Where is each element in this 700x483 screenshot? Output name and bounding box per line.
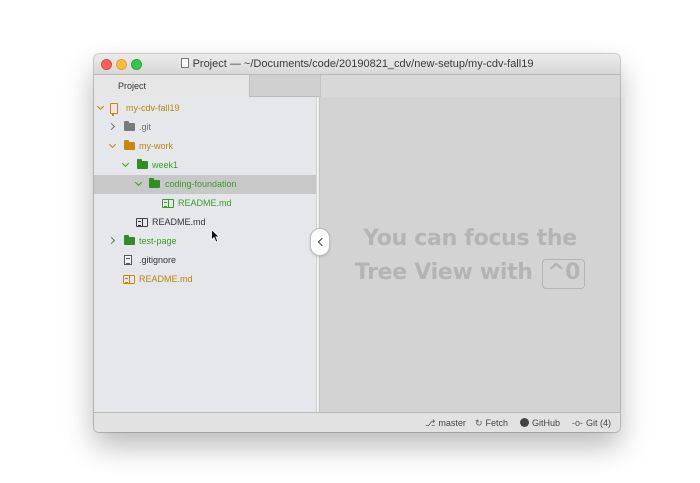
tree-item-label: .gitignore	[139, 255, 177, 265]
tree-item-readme-my-work[interactable]: README.md	[94, 213, 316, 232]
keyboard-shortcut: ^0	[542, 259, 586, 289]
branch-button[interactable]: ⎇ master	[425, 418, 466, 429]
window-title: Project — ~/Documents/code/20190821_cdv/…	[192, 58, 534, 70]
atom-window: Project — ~/Documents/code/20190821_cdv/…	[94, 54, 620, 432]
file-text-icon	[124, 255, 132, 265]
tree-item-label: README.md	[178, 198, 232, 208]
book-icon	[123, 275, 135, 284]
book-icon	[162, 199, 174, 208]
repo-icon	[110, 103, 118, 116]
status-bar: ⎇ master ↻ Fetch GitHub -o- Git (4)	[94, 412, 620, 432]
git-label: Git (4)	[586, 418, 612, 428]
tree-item-label: .git	[139, 122, 152, 132]
tree-item-my-cdv-fall19[interactable]: my-cdv-fall19	[94, 99, 316, 118]
tab-bar: Project	[94, 75, 620, 97]
github-label: GitHub	[532, 418, 561, 428]
document-icon	[180, 58, 189, 68]
tree-item-label: README.md	[152, 217, 206, 227]
tree-item-week1[interactable]: week1	[94, 156, 316, 175]
tree-item-readme-coding-foundation[interactable]: README.md	[94, 194, 316, 213]
chevron-down-icon[interactable]	[109, 142, 117, 150]
folder-icon	[124, 235, 135, 245]
folder-icon	[149, 178, 160, 188]
git-commit-icon: -o-	[572, 418, 583, 428]
chevron-right-icon[interactable]	[109, 123, 117, 131]
branch-label: master	[438, 418, 466, 428]
tab-bar-empty-area	[320, 75, 620, 97]
tab-project[interactable]: Project	[94, 75, 250, 97]
tree-item-label: coding-foundation	[165, 179, 237, 189]
sync-icon: ↻	[475, 418, 483, 428]
focus-tree-view-message: You can focus the Tree View with ^0	[320, 222, 620, 290]
git-branch-icon: ⎇	[425, 418, 436, 428]
tree-item-label: README.md	[139, 274, 193, 284]
tree-view: my-cdv-fall19 .git my-work week1 coding-…	[94, 97, 316, 412]
tree-item-my-work[interactable]: my-work	[94, 137, 316, 156]
folder-icon	[124, 140, 135, 150]
fetch-button[interactable]: ↻ Fetch	[475, 418, 508, 429]
fetch-label: Fetch	[485, 418, 509, 428]
tree-item-label: my-cdv-fall19	[126, 103, 180, 113]
tree-item-gitignore[interactable]: .gitignore	[94, 251, 316, 270]
title-bar: Project — ~/Documents/code/20190821_cdv/…	[94, 54, 620, 75]
chevron-down-icon[interactable]	[122, 161, 130, 169]
mouse-pointer-icon	[211, 229, 221, 243]
chevron-down-icon[interactable]	[135, 180, 143, 188]
chevron-right-icon[interactable]	[109, 237, 117, 245]
message-line-2: Tree View with	[354, 260, 533, 285]
tab-label: Project	[118, 81, 147, 91]
github-button[interactable]: GitHub	[520, 418, 560, 428]
message-line-1: You can focus the	[363, 226, 577, 251]
tree-item-label: my-work	[139, 141, 173, 151]
tree-item-coding-foundation[interactable]: coding-foundation	[94, 175, 316, 194]
tree-item-label: test-page	[139, 236, 177, 246]
tree-item-git[interactable]: .git	[94, 118, 316, 137]
chevron-down-icon[interactable]	[97, 104, 105, 112]
book-icon	[136, 218, 148, 227]
window-title-container: Project — ~/Documents/code/20190821_cdv/…	[94, 58, 620, 70]
tree-item-test-page[interactable]: test-page	[94, 232, 316, 251]
github-icon	[520, 418, 529, 427]
folder-icon	[137, 159, 148, 169]
folder-icon	[124, 121, 135, 131]
tree-item-readme-root[interactable]: README.md	[94, 270, 316, 289]
tree-item-label: week1	[152, 160, 179, 170]
message-line-2-container: Tree View with ^0	[320, 256, 620, 290]
git-panel-button[interactable]: -o- Git (4)	[572, 418, 611, 428]
